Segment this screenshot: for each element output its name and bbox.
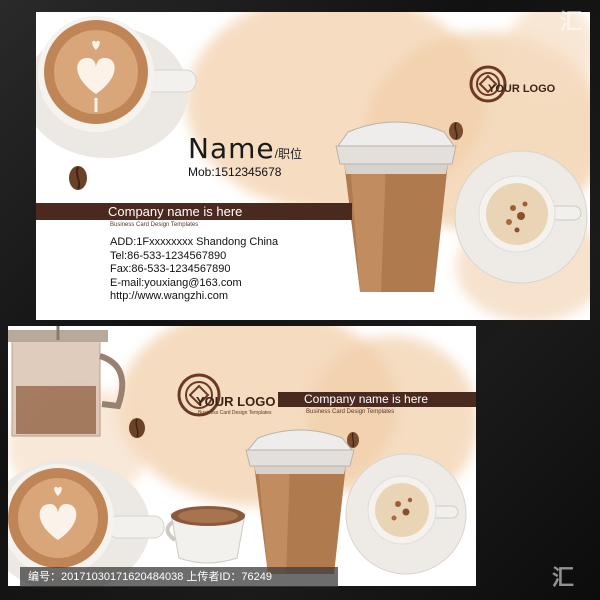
- company-bar: Company name is here: [278, 392, 476, 407]
- logo-subtitle: Business Card Design Templates: [198, 410, 272, 416]
- company-name: Company name is here: [304, 392, 429, 406]
- address: ADD:1Fxxxxxxxx Shandong China: [110, 236, 279, 248]
- watermark-corner-icon: 汇: [560, 9, 583, 34]
- upload-info-caption: 编号：20171030171620484038 上传者ID：76249: [20, 567, 338, 587]
- templates-caption: Business Card Design Templates: [306, 409, 395, 415]
- watermark-corner-icon: 汇: [552, 565, 575, 590]
- coffee-bean-icon: [129, 418, 145, 438]
- name-block: Name/职位: [188, 132, 302, 165]
- contact-info: ADD:1Fxxxxxxxx Shandong China Tel:86-533…: [110, 236, 278, 304]
- email: E-mail:youxiang@163.com: [110, 276, 242, 289]
- fax: Fax:86-533-1234567890: [110, 263, 231, 275]
- coffee-bean-icon: [69, 166, 87, 190]
- person-name: Name: [188, 132, 275, 165]
- templates-caption: Business Card Design Templates: [110, 222, 199, 228]
- company-name: Company name is here: [108, 204, 243, 219]
- latte-cup-illustration: [36, 16, 197, 158]
- mobile-number: Mob:1512345678: [188, 165, 282, 179]
- coffee-cup-saucer-illustration: [345, 453, 467, 575]
- company-bar: Company name is here: [36, 203, 352, 220]
- coffee-cup-saucer-illustration: [454, 150, 588, 284]
- french-press-illustration: [8, 326, 126, 437]
- business-card-back: YOUR LOGO Business Card Design Templates…: [8, 326, 476, 586]
- logo-text: YOUR LOGO: [488, 83, 556, 95]
- website: http://www.wangzhi.com: [110, 290, 228, 302]
- telephone: Tel:86-533-1234567890: [110, 249, 227, 262]
- job-title: /职位: [274, 147, 302, 161]
- latte-cup-illustration: [8, 460, 165, 586]
- logo-text: YOUR LOGO: [196, 394, 276, 409]
